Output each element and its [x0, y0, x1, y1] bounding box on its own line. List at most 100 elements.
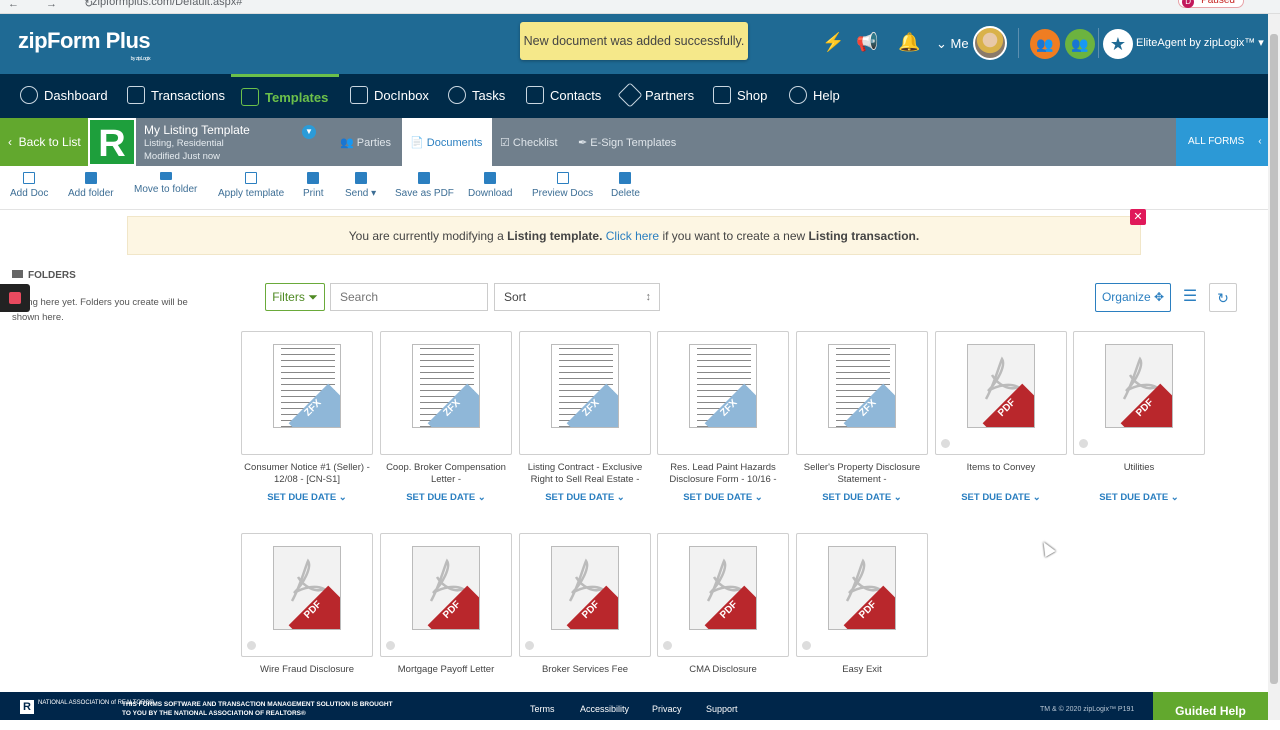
tab-checklist[interactable]: ☑ Checklist: [500, 118, 558, 166]
document-name[interactable]: Coop. Broker Compensation Letter -: [380, 462, 512, 486]
file-type-label: ZFX: [566, 383, 618, 427]
nav-shop[interactable]: Shop: [713, 74, 767, 118]
document-name[interactable]: Res. Lead Paint Hazards Disclosure Form …: [657, 462, 789, 486]
document-name[interactable]: Mortgage Payoff Letter: [380, 664, 512, 676]
trash-icon: [619, 172, 632, 184]
tab-documents[interactable]: 📄 Documents: [402, 118, 492, 166]
save-as-pdf-button[interactable]: Save as PDF: [395, 172, 454, 199]
set-due-date-button[interactable]: SET DUE DATE ⌄: [241, 492, 373, 503]
terms-link[interactable]: Terms: [530, 704, 555, 714]
nav-transactions[interactable]: Transactions: [127, 74, 225, 118]
tab-parties[interactable]: 👥 Parties: [340, 118, 391, 166]
zipform-logo[interactable]: zipForm Plus by zipLogix: [18, 28, 151, 62]
template-type: Listing, Residential: [144, 138, 224, 149]
scrollbar-thumb[interactable]: [1270, 34, 1278, 684]
tab-esign-templates[interactable]: ✒ E-Sign Templates: [578, 118, 676, 166]
nav-templates[interactable]: Templates: [231, 74, 339, 118]
profile-paused-badge[interactable]: Paused: [1178, 0, 1244, 8]
guided-help-button[interactable]: Guided Help: [1153, 692, 1268, 720]
me-menu[interactable]: ⌄ Me: [936, 36, 969, 52]
document-card[interactable]: ZFX: [241, 331, 373, 455]
megaphone-icon[interactable]: 📢: [856, 32, 878, 53]
document-card[interactable]: ZFX: [380, 331, 512, 455]
nav-contacts[interactable]: Contacts: [526, 74, 601, 118]
preview-docs-button[interactable]: Preview Docs: [532, 172, 593, 199]
apply-template-button[interactable]: Apply template: [218, 172, 284, 199]
browser-nav-buttons[interactable]: ← → ↻: [8, 0, 105, 10]
add-doc-button[interactable]: Add Doc: [10, 172, 48, 199]
document-card[interactable]: PDF: [796, 533, 928, 657]
set-due-date-button[interactable]: SET DUE DATE ⌄: [935, 492, 1067, 503]
status-dot: [525, 641, 534, 650]
team-icon[interactable]: 👥: [1030, 29, 1060, 59]
document-name[interactable]: Broker Services Fee: [519, 664, 651, 676]
document-card[interactable]: PDF: [1073, 331, 1205, 455]
nav-dashboard[interactable]: Dashboard: [20, 74, 108, 118]
add-folder-button[interactable]: Add folder: [68, 172, 114, 199]
support-link[interactable]: Support: [706, 704, 738, 714]
document-card[interactable]: PDF: [241, 533, 373, 657]
send-button[interactable]: Send ▾: [345, 172, 376, 199]
document-name[interactable]: CMA Disclosure: [657, 664, 789, 676]
click-here-link[interactable]: Click here: [602, 229, 659, 243]
document-name[interactable]: Items to Convey: [935, 462, 1067, 474]
document-card[interactable]: ZFX: [657, 331, 789, 455]
accessibility-link[interactable]: Accessibility: [580, 704, 629, 714]
handshake-icon: [617, 82, 643, 108]
privacy-link[interactable]: Privacy: [652, 704, 682, 714]
document-card[interactable]: ZFX: [796, 331, 928, 455]
add-doc-icon: [23, 172, 36, 184]
back-to-list-button[interactable]: ‹ Back to List: [0, 118, 88, 166]
document-card[interactable]: PDF: [657, 533, 789, 657]
nav-partners[interactable]: Partners: [617, 74, 694, 118]
document-name[interactable]: Easy Exit: [796, 664, 928, 676]
document-name[interactable]: Seller's Property Disclosure Statement -: [796, 462, 928, 486]
document-name[interactable]: Listing Contract - Exclusive Right to Se…: [519, 462, 651, 486]
set-due-date-button[interactable]: SET DUE DATE ⌄: [380, 492, 512, 503]
lightning-icon[interactable]: ⚡: [822, 32, 844, 53]
folders-heading: FOLDERS: [12, 270, 76, 281]
pdf-file-icon: PDF: [689, 546, 757, 630]
list-view-icon[interactable]: ☰: [1178, 283, 1202, 312]
set-due-date-button[interactable]: SET DUE DATE ⌄: [657, 492, 789, 503]
set-due-date-button[interactable]: SET DUE DATE ⌄: [519, 492, 651, 503]
nav-help[interactable]: Help: [789, 74, 840, 118]
scrollbar[interactable]: [1268, 14, 1280, 720]
group-icon[interactable]: 👥: [1065, 29, 1095, 59]
nav-docinbox[interactable]: DocInbox: [350, 74, 429, 118]
document-card[interactable]: PDF: [519, 533, 651, 657]
checklist-icon: ☑: [500, 137, 513, 149]
set-due-date-button[interactable]: SET DUE DATE ⌄: [1073, 492, 1205, 503]
check-circle-icon: [448, 86, 466, 105]
template-info: My Listing Template Listing, Residential…: [144, 123, 250, 163]
status-dot: [386, 641, 395, 650]
nav-tasks[interactable]: Tasks: [448, 74, 505, 118]
filters-button[interactable]: Filters ⏷: [265, 283, 325, 311]
document-name[interactable]: Consumer Notice #1 (Seller) - 12/08 - [C…: [241, 462, 373, 486]
avatar[interactable]: [973, 26, 1007, 60]
template-subbar: ‹ Back to List R My Listing Template Lis…: [0, 118, 1268, 166]
set-due-date-button[interactable]: SET DUE DATE ⌄: [796, 492, 928, 503]
search-input[interactable]: [330, 283, 488, 311]
address-bar[interactable]: zipformplus.com/Default.aspx#: [92, 0, 242, 8]
organize-button[interactable]: Organize ✥: [1095, 283, 1171, 312]
document-name[interactable]: Wire Fraud Disclosure: [241, 664, 373, 676]
delete-button[interactable]: Delete: [611, 172, 640, 199]
star-icon[interactable]: ★: [1103, 29, 1133, 59]
document-card[interactable]: ZFX: [519, 331, 651, 455]
refresh-icon[interactable]: ↻: [1209, 283, 1237, 312]
chevron-down-icon[interactable]: ▼: [302, 125, 316, 139]
sort-select[interactable]: Sort: [494, 283, 660, 311]
move-to-folder-button[interactable]: Move to folder: [134, 172, 197, 195]
elite-agent-menu[interactable]: EliteAgent by zipLogix™ ▾: [1136, 36, 1264, 49]
document-name[interactable]: Utilities: [1073, 462, 1205, 474]
print-button[interactable]: Print: [303, 172, 324, 199]
document-card[interactable]: PDF: [935, 331, 1067, 455]
stop-recording-button[interactable]: [0, 284, 30, 312]
bell-icon[interactable]: 🔔: [898, 32, 920, 53]
document-card[interactable]: PDF: [380, 533, 512, 657]
all-forms-button[interactable]: ALL FORMS ‹: [1176, 118, 1268, 166]
download-button[interactable]: Download: [468, 172, 512, 199]
close-notice-button[interactable]: ✕: [1130, 209, 1146, 225]
pen-icon: ✒: [578, 137, 591, 149]
